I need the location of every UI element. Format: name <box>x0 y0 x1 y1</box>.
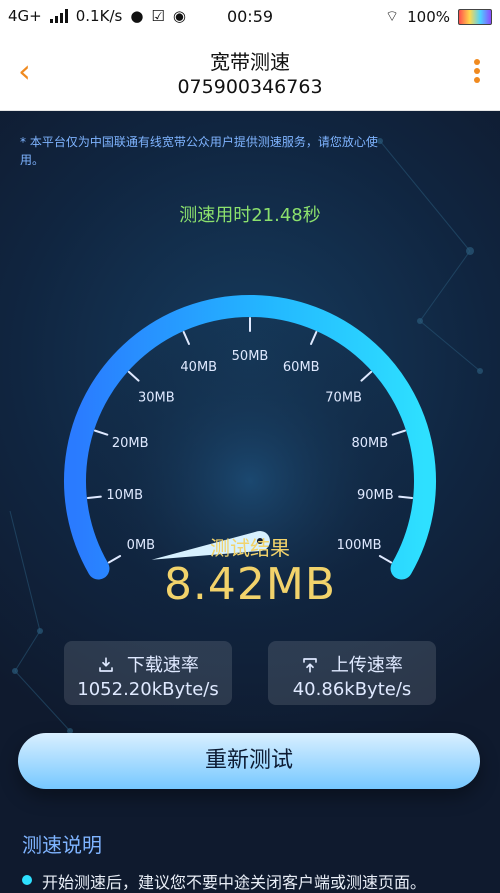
gauge-tick-label: 60MB <box>283 360 320 375</box>
wifi-icon: ⌔ <box>385 7 400 25</box>
upload-rate-label-row: 上传速率 <box>268 651 436 679</box>
download-rate-value: 1052.20kByte/s <box>77 679 219 700</box>
test-duration: 测速用时21.48秒 <box>179 205 321 226</box>
upload-rate-label: 上传速率 <box>330 655 403 676</box>
gauge-tick-label: 20MB <box>112 436 149 451</box>
more-dot-icon <box>474 77 480 83</box>
upload-rate-value: 40.86kByte/s <box>292 679 412 700</box>
status-bar: 4G+ 0.1K/s ● ☑ ◉ 00:59 ⌔ 100% <box>0 0 500 34</box>
section-title: 测速说明 <box>22 833 102 857</box>
download-rate-label-row: 下载速率 <box>64 651 232 679</box>
gauge-tick-label: 40MB <box>180 360 217 375</box>
bullet-text: 开始测速后，建议您不要中途关闭客户端或测速页面。 <box>42 873 427 892</box>
notice-text: * 本平台仅为中国联通有线宽带公众用户提供测速服务，请您放心使用。 <box>20 135 378 167</box>
more-dot-icon <box>474 68 480 74</box>
speedtest-screen: * 本平台仅为中国联通有线宽带公众用户提供测速服务，请您放心使用。 测速用时21… <box>0 111 500 892</box>
app-header: ‹ 宽带测速 075900346763 <box>0 34 500 111</box>
gauge-tick-label: 70MB <box>325 391 362 406</box>
battery-icon <box>458 8 492 25</box>
gauge-tick-label: 90MB <box>357 488 394 503</box>
battery-percent: 100% <box>407 7 450 26</box>
gauge-tick <box>86 495 102 500</box>
upload-icon <box>301 656 319 679</box>
upload-rate-card: 上传速率 40.86kByte/s <box>268 641 436 705</box>
gauge-tick-label: 10MB <box>106 488 143 503</box>
gauge-tick-label: 50MB <box>232 349 269 364</box>
retest-button[interactable]: 重新测试 <box>18 733 480 789</box>
gauge-tick-label: 30MB <box>138 391 175 406</box>
more-dot-icon <box>474 59 480 65</box>
download-icon <box>97 656 115 679</box>
gauge-tick <box>398 495 414 500</box>
page-title: 宽带测速 <box>210 50 290 74</box>
bullet-dot-icon <box>22 875 32 885</box>
status-right: ⌔ 100% <box>385 7 492 26</box>
more-menu-button[interactable] <box>472 56 482 88</box>
result-value: 8.42MB <box>163 559 337 610</box>
gauge-tick-label: 80MB <box>351 436 388 451</box>
list-item: 开始测速后，建议您不要中途关闭客户端或测速页面。 <box>22 869 426 893</box>
result-title: 测试结果 <box>210 536 290 560</box>
download-rate-card: 下载速率 1052.20kByte/s <box>64 641 232 705</box>
download-rate-label: 下载速率 <box>126 655 199 676</box>
account-number: 075900346763 <box>177 76 323 98</box>
